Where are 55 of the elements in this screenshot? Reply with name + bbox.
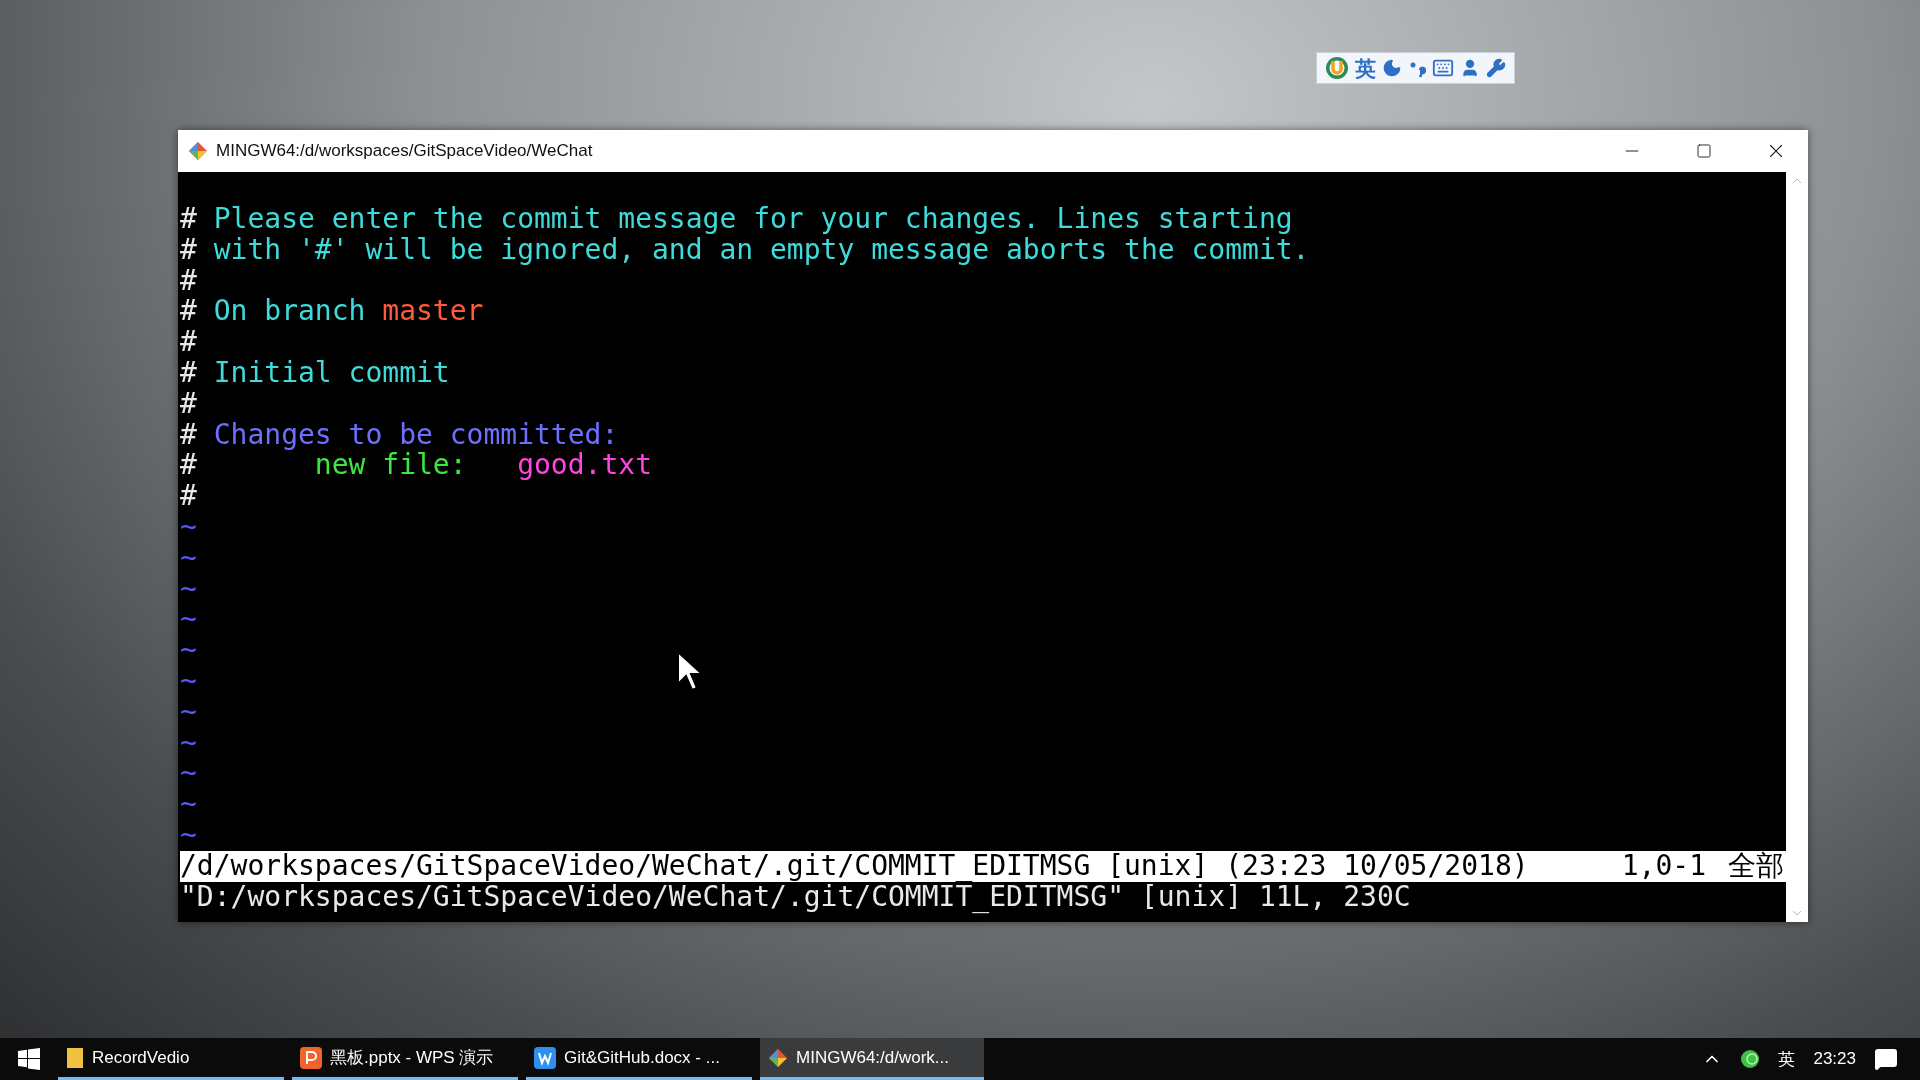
moon-icon[interactable] — [1382, 58, 1402, 78]
comment-marker: # — [180, 204, 197, 235]
editor-text: good.txt — [517, 450, 652, 482]
taskbar-item[interactable]: 黑板.pptx - WPS 演示 — [292, 1038, 518, 1080]
cursor-position: 1,0-1 — [1621, 850, 1706, 882]
empty-line-marker: ~ — [180, 604, 197, 636]
keyboard-icon[interactable] — [1432, 57, 1454, 79]
comment-marker: # — [180, 327, 197, 358]
document-app-icon — [534, 1046, 556, 1069]
editor-text: Changes to be committed: — [212, 419, 619, 451]
editor-text: with '#' will be ignored, and an empty message aborts the commit. — [212, 234, 1310, 266]
wrench-icon[interactable] — [1486, 58, 1506, 78]
taskbar-item[interactable]: Git&GitHub.docx - ... — [526, 1038, 752, 1080]
input-method-logo-icon — [1325, 56, 1349, 80]
slides-app-icon — [300, 1046, 322, 1069]
clock[interactable]: 23:23 — [1813, 1049, 1856, 1069]
editor-text: On branch — [212, 296, 367, 328]
comment-marker: # — [180, 419, 197, 451]
git-diamond-icon — [188, 141, 208, 161]
notification-icon[interactable] — [1874, 1047, 1898, 1071]
empty-line-marker: ~ — [180, 542, 197, 574]
window-title: MINGW64:/d/workspaces/GitSpaceVideo/WeChat — [216, 141, 594, 161]
input-method-status-icon[interactable] — [1740, 1049, 1761, 1069]
editor-text: Initial commit — [212, 358, 450, 389]
folder-icon — [66, 1046, 84, 1069]
empty-line-marker: ~ — [180, 758, 197, 790]
empty-line-marker: ~ — [180, 635, 197, 666]
comment-marker: # — [180, 296, 197, 328]
user-icon[interactable] — [1460, 58, 1480, 78]
comment-marker: # — [180, 358, 197, 389]
editor-text: master — [382, 296, 484, 328]
comment-marker: # — [180, 265, 197, 297]
taskbar-item[interactable]: MINGW64:/d/work... — [760, 1038, 984, 1080]
input-language-indicator[interactable]: 英 — [1778, 1047, 1796, 1071]
comment-marker: # — [180, 234, 197, 266]
comment-marker: # — [180, 388, 197, 420]
empty-line-marker: ~ — [180, 511, 197, 543]
editor-message: "D:/workspaces/GitSpaceVideo/WeChat/.git/COMMIT_EDITMSG" [unix] 11L, 230C — [180, 881, 1411, 913]
empty-line-marker: ~ — [180, 573, 197, 605]
git-diamond-icon — [768, 1047, 788, 1068]
empty-line-marker: ~ — [180, 665, 197, 697]
empty-line-marker: ~ — [180, 789, 197, 820]
editor-text: Please enter the commit message for your changes. Lines starting — [212, 204, 1293, 235]
empty-line-marker: ~ — [180, 727, 197, 759]
scroll-position: 全部 — [1728, 850, 1784, 882]
input-language-toggle[interactable]: 英 — [1355, 57, 1376, 79]
file-info: /d/workspaces/GitSpaceVideo/WeChat/.git/COMMIT_EDITMSG [unix] (23:23 10/05/2018) — [180, 850, 1529, 882]
windows-logo-icon[interactable] — [18, 1048, 40, 1070]
taskbar-item[interactable]: RecordVedio — [58, 1038, 284, 1080]
editor-text: new file: — [314, 450, 468, 482]
comment-marker: # — [180, 481, 197, 512]
comment-marker: # — [180, 450, 197, 482]
empty-line-marker: ~ — [180, 696, 197, 728]
maximize-icon[interactable] — [1696, 143, 1712, 159]
empty-line-marker: ~ — [180, 819, 197, 851]
